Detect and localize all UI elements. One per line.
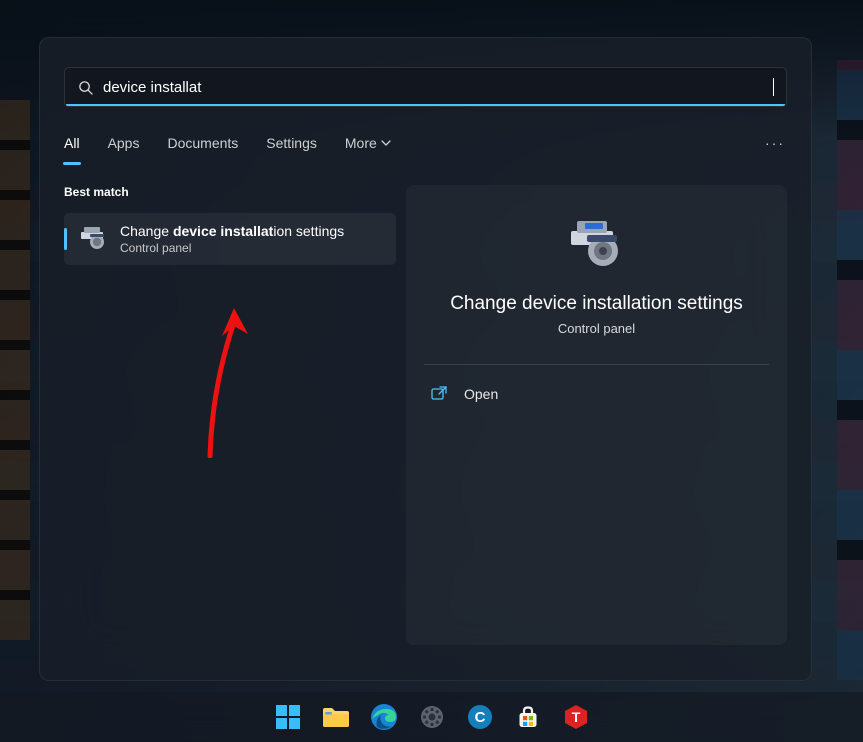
taskbar-file-explorer[interactable] xyxy=(316,697,356,737)
overflow-menu-button[interactable]: ··· xyxy=(765,135,787,151)
search-icon xyxy=(77,79,93,95)
device-install-large-icon xyxy=(569,221,625,269)
tab-settings-label: Settings xyxy=(266,135,317,151)
taskbar-start-button[interactable] xyxy=(268,697,308,737)
open-label: Open xyxy=(464,386,498,402)
result-text: Change device installation settings Cont… xyxy=(120,223,344,255)
taskbar: C T xyxy=(0,692,863,742)
tab-documents[interactable]: Documents xyxy=(167,127,238,159)
tab-more-label: More xyxy=(345,135,377,151)
taskbar-store[interactable] xyxy=(508,697,548,737)
tab-settings[interactable]: Settings xyxy=(266,127,317,159)
search-filter-tabs: All Apps Documents Settings More ··· xyxy=(40,107,811,159)
svg-text:T: T xyxy=(571,709,580,725)
detail-title: Change device installation settings xyxy=(450,293,743,315)
results-area: Best match Change device installation se… xyxy=(40,159,811,669)
tab-documents-label: Documents xyxy=(167,135,238,151)
tab-all-label: All xyxy=(64,135,80,151)
svg-text:C: C xyxy=(474,709,485,726)
chevron-down-icon xyxy=(381,138,391,148)
result-title: Change device installation settings xyxy=(120,223,344,239)
text-caret xyxy=(773,78,774,96)
tab-apps[interactable]: Apps xyxy=(108,127,140,159)
taskbar-edge[interactable] xyxy=(364,697,404,737)
search-bar[interactable] xyxy=(64,67,787,107)
search-bar-container xyxy=(40,38,811,107)
open-icon xyxy=(430,385,448,403)
search-input[interactable] xyxy=(103,79,773,96)
focus-underline xyxy=(66,104,785,106)
detail-subtitle: Control panel xyxy=(558,321,635,336)
result-subtitle: Control panel xyxy=(120,241,344,255)
results-list: Best match Change device installation se… xyxy=(64,185,396,645)
tab-more[interactable]: More xyxy=(345,127,391,159)
device-install-icon xyxy=(80,225,108,253)
start-search-panel: All Apps Documents Settings More ··· Bes… xyxy=(39,37,812,681)
taskbar-app-t[interactable]: T xyxy=(556,697,596,737)
tab-apps-label: Apps xyxy=(108,135,140,151)
result-detail-pane: Change device installation settings Cont… xyxy=(406,185,787,645)
taskbar-settings[interactable] xyxy=(412,697,452,737)
divider xyxy=(424,364,769,365)
result-item-change-device-installation[interactable]: Change device installation settings Cont… xyxy=(64,213,396,265)
section-best-match: Best match xyxy=(64,185,396,199)
open-action[interactable]: Open xyxy=(424,375,769,413)
taskbar-app-c[interactable]: C xyxy=(460,697,500,737)
tab-all[interactable]: All xyxy=(64,127,80,159)
